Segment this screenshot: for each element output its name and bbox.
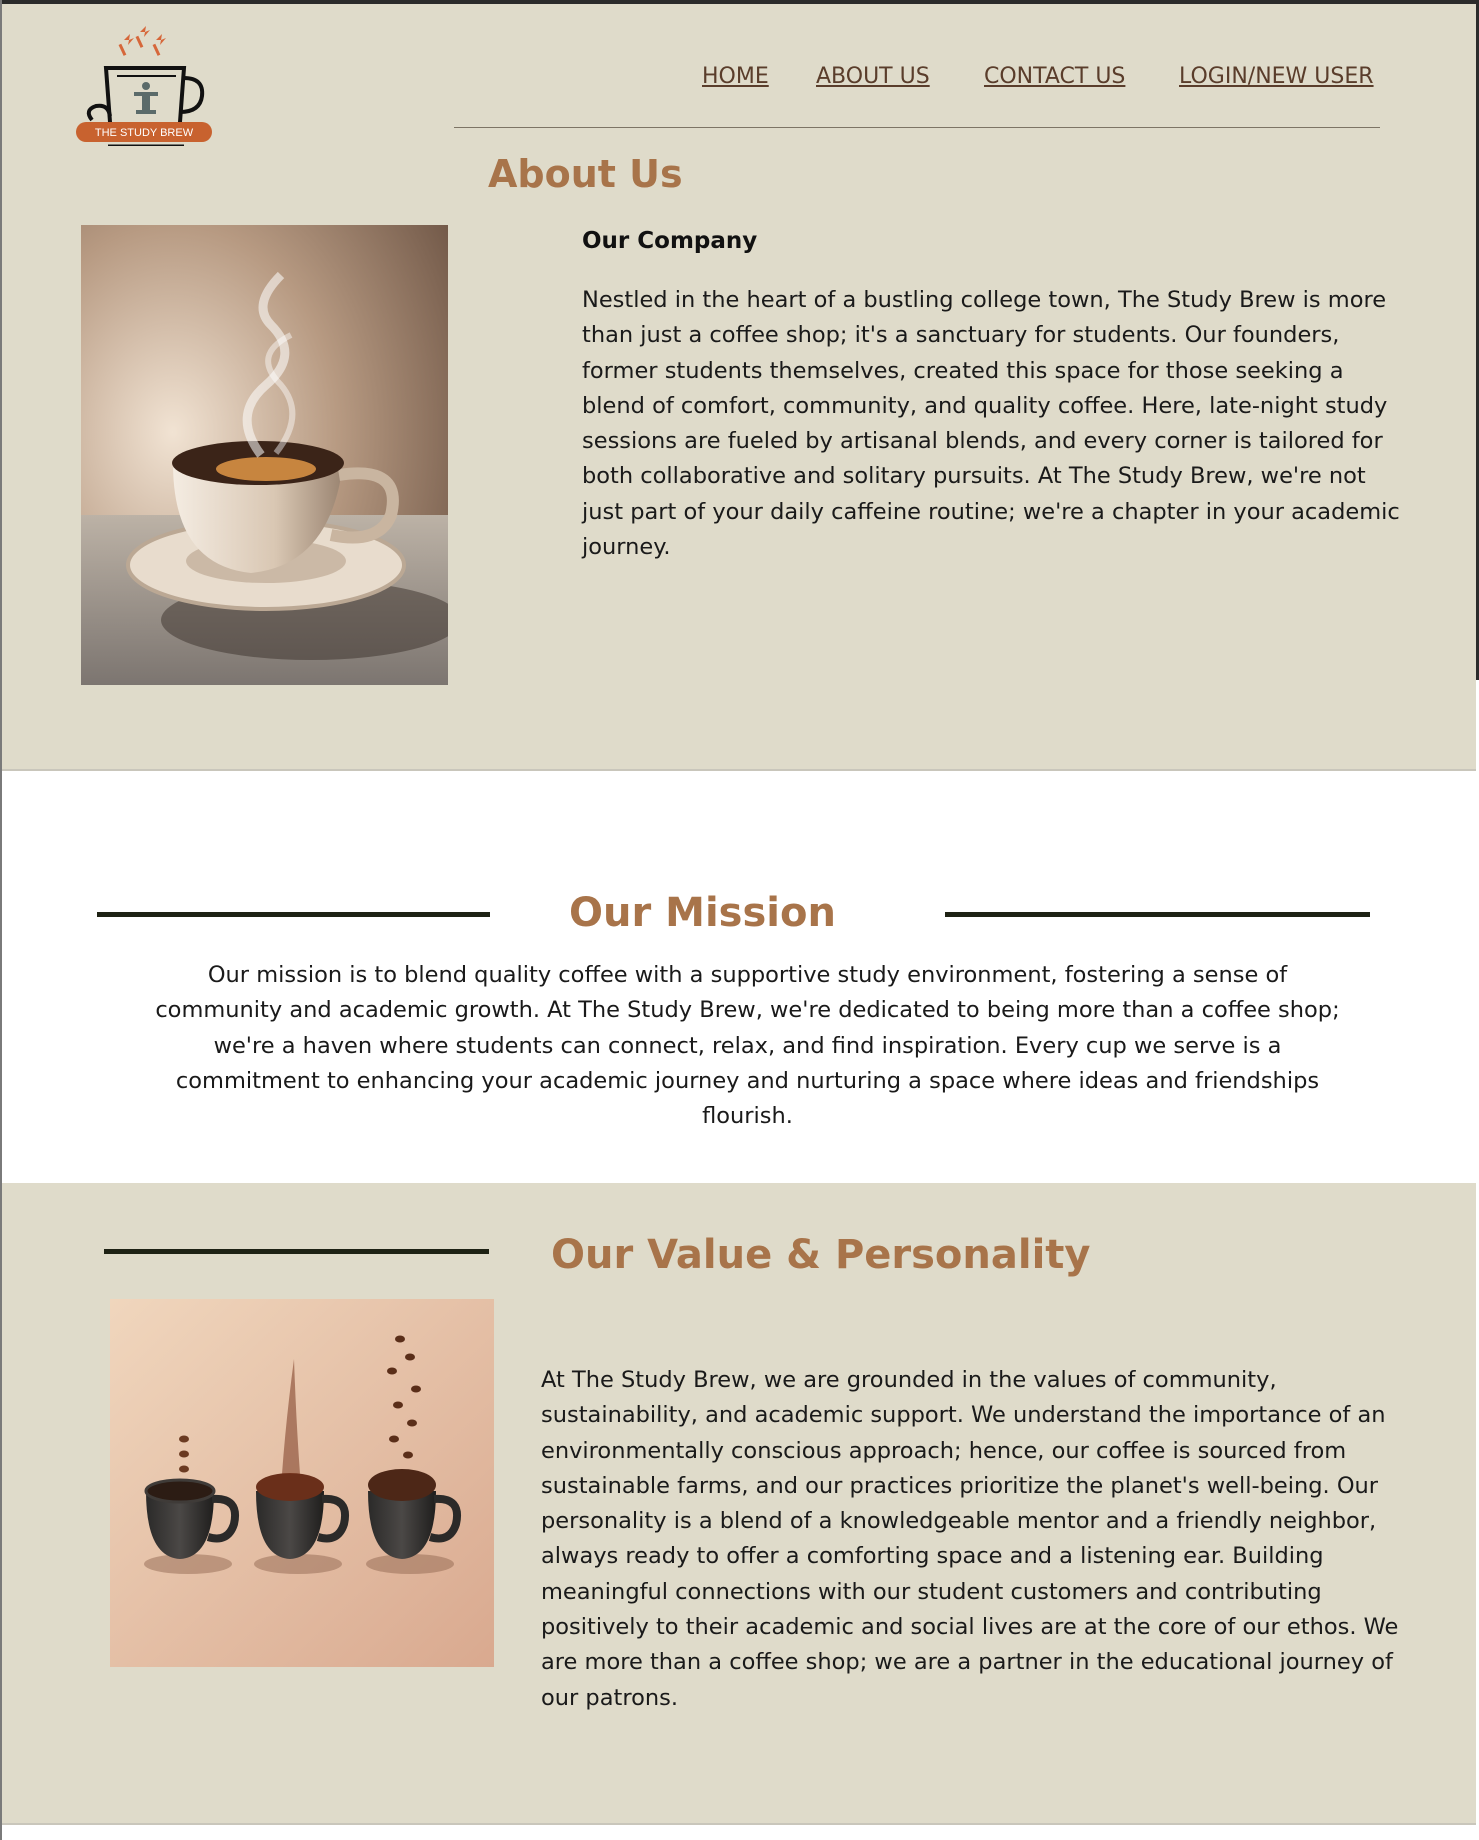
our-company-text: Nestled in the heart of a bustling colle…: [582, 287, 1400, 561]
our-mission-title: Our Mission: [569, 890, 836, 936]
mission-rule-left: [97, 912, 490, 917]
steam-bolts-icon: [118, 26, 166, 56]
nav-divider: [454, 127, 1380, 128]
nav-home-link[interactable]: HOME: [702, 64, 769, 89]
values-rule: [104, 1249, 489, 1254]
three-coffee-cups-image: [110, 1299, 494, 1667]
steaming-coffee-cup-image: [81, 225, 448, 685]
logo-text: THE STUDY BREW: [95, 127, 194, 139]
nav-about-us-link[interactable]: ABOUT US: [816, 64, 930, 89]
our-mission-text: Our mission is to blend quality coffee w…: [155, 962, 1340, 1130]
our-values-title: Our Value & Personality: [551, 1232, 1091, 1278]
about-title: About Us: [488, 152, 683, 196]
our-company-subtitle: Our Company: [582, 228, 758, 254]
mission-rule-right: [945, 912, 1370, 917]
main-nav: HOME ABOUT US CONTACT US LOGIN/NEW USER: [0, 64, 1479, 100]
our-values-text: At The Study Brew, we are grounded in th…: [541, 1367, 1399, 1711]
nav-contact-us-link[interactable]: CONTACT US: [984, 64, 1125, 89]
nav-login-new-user-link[interactable]: LOGIN/NEW USER: [1179, 64, 1374, 89]
